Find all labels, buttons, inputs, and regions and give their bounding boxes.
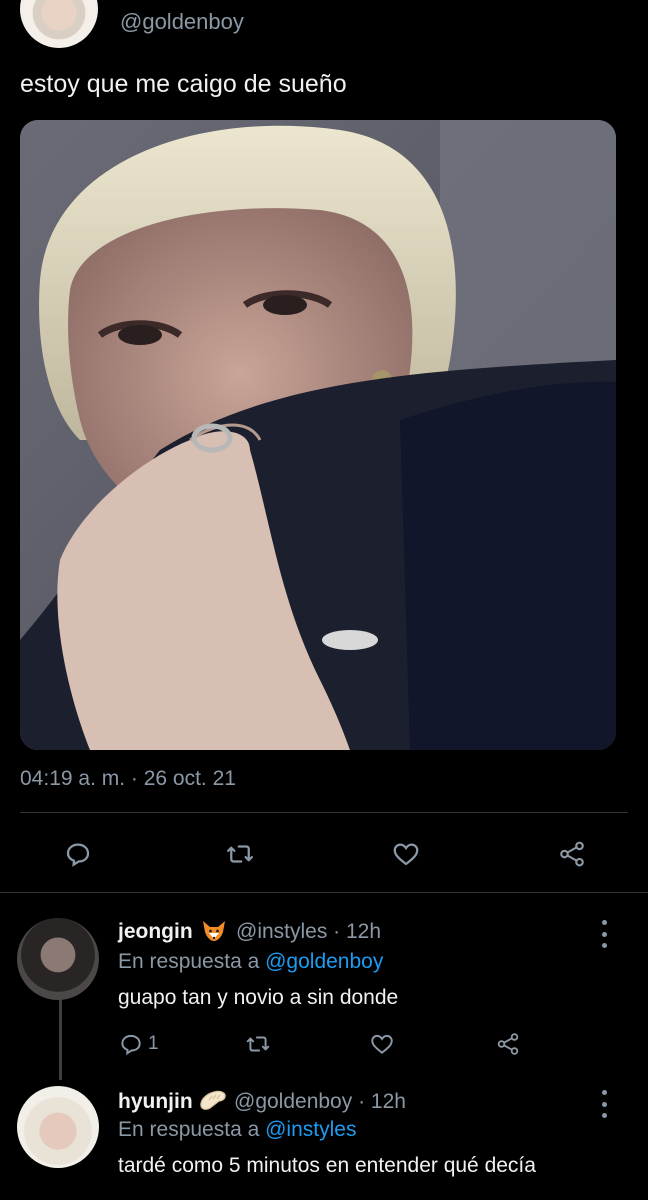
tweet-text: estoy que me caigo de sueño xyxy=(20,70,347,98)
more-options-icon[interactable] xyxy=(594,920,614,948)
reply-prefix: En respuesta a xyxy=(118,1118,260,1141)
tweet-actions xyxy=(0,826,648,882)
reply-context: En respuesta a @instyles xyxy=(118,1118,356,1142)
reply-share-button[interactable] xyxy=(494,1026,522,1062)
more-options-icon[interactable] xyxy=(594,1090,614,1118)
bread-icon xyxy=(198,1088,228,1119)
reply-handle-time: @goldenboy · 12h xyxy=(234,1090,406,1113)
share-icon xyxy=(497,1033,519,1055)
author-avatar[interactable] xyxy=(20,0,98,48)
reply-reply-button[interactable]: 1 xyxy=(118,1026,159,1062)
reply-icon xyxy=(66,843,90,867)
reply-to-mention[interactable]: @goldenboy xyxy=(265,950,383,973)
divider-top xyxy=(20,812,628,813)
reply-author-name[interactable]: hyunjin xyxy=(118,1090,193,1114)
share-button[interactable] xyxy=(550,826,594,882)
reply-prefix: En respuesta a xyxy=(118,950,260,973)
like-icon xyxy=(393,843,419,866)
author-handle[interactable]: @goldenboy xyxy=(120,9,244,35)
retweet-button[interactable] xyxy=(218,826,262,882)
share-icon xyxy=(560,841,584,867)
like-button[interactable] xyxy=(384,826,428,882)
reply-author-name[interactable]: jeongin xyxy=(118,920,193,944)
retweet-icon xyxy=(246,1036,270,1052)
reply-avatar-hyunjin[interactable] xyxy=(17,1086,99,1168)
fox-icon xyxy=(200,918,228,949)
reply-text: guapo tan y novio a sin donde xyxy=(118,986,399,1009)
reply-to-mention[interactable]: @instyles xyxy=(265,1118,356,1141)
reply-button[interactable] xyxy=(56,826,100,882)
divider-bottom xyxy=(0,892,648,893)
reply-count: 1 xyxy=(148,1033,159,1054)
photo-illustration xyxy=(20,120,616,750)
reply-icon xyxy=(121,1034,141,1056)
reply-text: tardé como 5 minutos en entender qué dec… xyxy=(118,1154,536,1177)
reply-retweet-button[interactable] xyxy=(244,1026,272,1062)
reply-handle-time: @instyles · 12h xyxy=(236,920,382,943)
reply-context: En respuesta a @goldenboy xyxy=(118,950,383,974)
reply-like-button[interactable] xyxy=(368,1026,396,1062)
reply-actions: 1 xyxy=(0,1026,648,1062)
tweet-photo[interactable] xyxy=(20,120,616,750)
tweet-timestamp: 04:19 a. m. · 26 oct. 21 xyxy=(20,767,236,790)
reply-avatar-jeongin[interactable] xyxy=(17,918,99,1000)
like-icon xyxy=(371,1034,393,1054)
retweet-icon xyxy=(227,845,253,863)
